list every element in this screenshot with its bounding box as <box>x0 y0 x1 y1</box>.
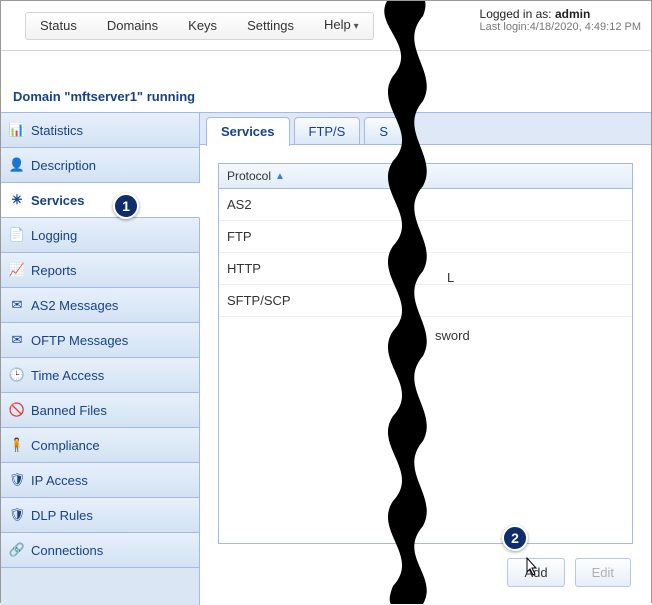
main-area: 📊 Statistics 👤 Description ✳ Services 📄 Logging… <box>1 112 651 605</box>
sidebar-item-time-access[interactable]: 🕒 Time Access <box>1 358 199 393</box>
sidebar-item-compliance[interactable]: 🧍 Compliance <box>1 428 199 463</box>
sidebar-item-as2-messages[interactable]: ✉ AS2 Messages <box>1 288 199 323</box>
nav-domains[interactable]: Domains <box>93 13 172 39</box>
login-prefix: Logged in as: <box>480 7 555 21</box>
grid-wrap: Protocol ▲ AS2FTPHTTPSFTP/SCP Add Edit <box>200 145 651 605</box>
sidebar-item-reports[interactable]: 📈 Reports <box>1 253 199 288</box>
bar-icon: 📈 <box>9 262 25 278</box>
sort-asc-icon: ▲ <box>275 171 285 182</box>
sidebar-item-ip-access[interactable]: 🛡 IP Access <box>1 463 199 498</box>
shield2-icon: 🛡 <box>9 507 25 523</box>
row-fragment: L <box>447 270 454 285</box>
annotation-badge-2: 2 <box>502 525 528 551</box>
top-nav: Status Domains Keys Settings Help Logged… <box>1 1 651 51</box>
domain-status: Domain "mftserver1" running <box>1 51 651 112</box>
envelope-icon: ✉ <box>9 332 25 348</box>
ban-icon: 🚫 <box>9 402 25 418</box>
row-fragment: sword <box>435 328 470 343</box>
nav-status[interactable]: Status <box>26 13 91 39</box>
table-row[interactable]: HTTP <box>219 253 632 285</box>
sidebar-item-label: Connections <box>31 543 103 558</box>
col-protocol-label: Protocol <box>227 169 271 183</box>
content-panel: Services FTP/S S Protocol ▲ AS2FTPHTTPSF… <box>200 113 651 605</box>
clock-icon: 🕒 <box>9 367 25 383</box>
table-row[interactable]: SFTP/SCP <box>219 285 632 317</box>
document-icon: 📄 <box>9 227 25 243</box>
nav-group: Status Domains Keys Settings Help <box>25 12 374 40</box>
sidebar-item-logging[interactable]: 📄 Logging <box>1 218 199 253</box>
tab-ftps[interactable]: FTP/S <box>294 117 361 144</box>
login-info: Logged in as: admin Last login:4/18/2020… <box>480 7 641 33</box>
person-icon: 🧍 <box>9 437 25 453</box>
sidebar-item-description[interactable]: 👤 Description <box>1 148 199 183</box>
sidebar-item-statistics[interactable]: 📊 Statistics <box>1 113 199 148</box>
table-row[interactable]: AS2 <box>219 189 632 221</box>
sidebar-item-label: IP Access <box>31 473 88 488</box>
shield-icon: 🛡 <box>9 472 25 488</box>
envelope-icon: ✉ <box>9 297 25 313</box>
annotation-badge-1: 1 <box>113 193 139 219</box>
tabs: Services FTP/S S <box>200 113 651 145</box>
sidebar-item-label: Reports <box>31 263 77 278</box>
sidebar-item-label: AS2 Messages <box>31 298 118 313</box>
nav-settings[interactable]: Settings <box>233 13 308 39</box>
login-user: admin <box>555 7 590 21</box>
sidebar-item-dlp-rules[interactable]: 🛡 DLP Rules <box>1 498 199 533</box>
grid-header[interactable]: Protocol ▲ <box>219 164 632 189</box>
user-icon: 👤 <box>9 157 25 173</box>
sidebar-item-label: Time Access <box>31 368 104 383</box>
chart-bar-icon: 📊 <box>9 122 25 138</box>
sidebar-item-oftp-messages[interactable]: ✉ OFTP Messages <box>1 323 199 358</box>
sidebar-item-connections[interactable]: 🔗 Connections <box>1 533 199 568</box>
sidebar-item-banned-files[interactable]: 🚫 Banned Files <box>1 393 199 428</box>
link-icon: 🔗 <box>9 542 25 558</box>
col-protocol[interactable]: Protocol ▲ <box>219 164 293 188</box>
table-row[interactable]: FTP <box>219 221 632 253</box>
sidebar-item-label: Statistics <box>31 123 83 138</box>
sidebar-item-label: Banned Files <box>31 403 107 418</box>
sidebar-item-label: OFTP Messages <box>31 333 128 348</box>
nav-help[interactable]: Help <box>310 12 373 40</box>
grid-body: AS2FTPHTTPSFTP/SCP <box>219 189 632 317</box>
protocol-grid: Protocol ▲ AS2FTPHTTPSFTP/SCP <box>218 163 633 544</box>
tab-partial[interactable]: S <box>364 117 403 144</box>
sidebar-item-label: Logging <box>31 228 77 243</box>
sidebar-item-label: Services <box>31 193 85 208</box>
sidebar-item-label: Compliance <box>31 438 100 453</box>
gear-icon: ✳ <box>9 192 25 208</box>
nav-keys[interactable]: Keys <box>174 13 231 39</box>
sidebar-item-label: DLP Rules <box>31 508 93 523</box>
button-row: Add Edit <box>218 558 633 587</box>
add-button[interactable]: Add <box>507 558 564 587</box>
edit-button[interactable]: Edit <box>575 558 631 587</box>
tab-services[interactable]: Services <box>206 117 290 146</box>
sidebar-item-label: Description <box>31 158 96 173</box>
sidebar-item-services[interactable]: ✳ Services <box>1 183 200 218</box>
lastlogin-label: Last login: <box>480 21 530 33</box>
lastlogin-value: 4/18/2020, 4:49:12 PM <box>530 21 641 33</box>
sidebar: 📊 Statistics 👤 Description ✳ Services 📄 Logging… <box>1 113 200 605</box>
